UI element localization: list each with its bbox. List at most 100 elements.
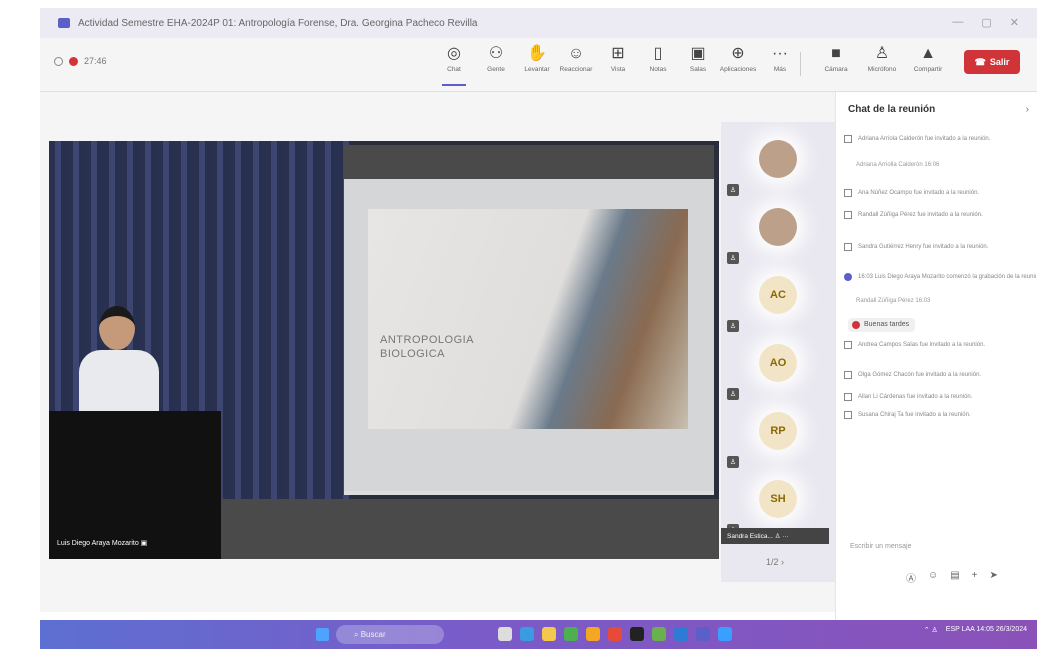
avatar <box>759 208 797 246</box>
meeting-timer: 27:46 <box>84 56 107 66</box>
leave-button[interactable]: ☎ Salir <box>964 50 1020 74</box>
attach-icon[interactable]: ▤ <box>950 570 959 585</box>
mic-icon: ♙ <box>727 456 739 468</box>
toolbar-share-button[interactable]: ▲ Compartir <box>908 42 948 73</box>
participant-name-label: Sandra Estica... ♙ ··· <box>721 528 829 544</box>
chat-system-message: Randall Zúñiga Pérez fue invitado a la r… <box>844 210 1036 220</box>
person-added-icon <box>844 411 852 419</box>
taskbar: ⌕ Buscar ⌃ ♙ ESP LAA 14:05 26/3/2024 <box>40 620 1037 649</box>
task-view-icon[interactable] <box>498 627 512 641</box>
participant-tile[interactable]: ♙ <box>727 200 833 270</box>
word-icon[interactable] <box>674 627 688 641</box>
recording-icon <box>69 56 78 66</box>
toolbar-mic-button[interactable]: ♙ Micrófono <box>862 42 902 73</box>
chat-system-message: Ana Núñez Ocampo fue invitado a la reuni… <box>844 188 1036 198</box>
terminal-icon[interactable] <box>630 627 644 641</box>
chat-sender: Randall Zúñiga Pérez 16:03 <box>856 298 931 304</box>
chat-icon: ◎ <box>447 45 461 62</box>
folder-icon[interactable] <box>542 627 556 641</box>
avatar: SH <box>759 480 797 518</box>
toolbar-más-button[interactable]: ··· Más <box>760 42 800 73</box>
emoji-icon[interactable]: ☺ <box>928 570 938 585</box>
person-added-icon <box>844 243 852 251</box>
chat-system-message: Andrea Campos Salas fue invitado a la re… <box>844 340 1036 350</box>
chat-system-message: Sandra Gutiérrez Henry fue invitado a la… <box>844 242 1036 252</box>
toolbar-levantar-button[interactable]: ✋ Levantar <box>517 42 557 73</box>
toolbar-label: Más <box>773 66 787 73</box>
participant-tile[interactable]: AC ♙ <box>727 268 833 338</box>
teams-icon <box>58 18 70 28</box>
toolbar-chat-button[interactable]: ◎ Chat <box>434 42 474 86</box>
teams-taskbar-icon[interactable] <box>696 627 710 641</box>
toolbar-label: Micrófono <box>867 66 897 73</box>
toolbar-camera-button[interactable]: ■ Cámara <box>816 42 856 73</box>
shield-icon <box>54 56 63 66</box>
chat-system-message: Olga Gómez Chacón fue invitado a la reun… <box>844 370 1036 380</box>
apps-icon: ⊕ <box>731 45 745 62</box>
chat-system-message: Allan Li Cárdenas fue invitado a la reun… <box>844 392 1036 402</box>
wifi-icon: ⌃ ♙ <box>923 627 938 634</box>
participant-tile[interactable]: RP ♙ <box>727 404 833 474</box>
chrome-icon[interactable] <box>586 627 600 641</box>
taskbar-search[interactable]: ⌕ Buscar <box>336 625 444 644</box>
people-icon: ⚇ <box>488 45 504 62</box>
mic-icon: ♙ <box>874 45 890 62</box>
app-icon[interactable] <box>608 627 622 641</box>
toolbar-vista-button[interactable]: ⊞ Vista <box>598 42 638 73</box>
projector-screen: ANTROPOLOGIA BIOLOGICA <box>344 145 714 495</box>
rooms-icon: ▣ <box>690 45 706 62</box>
toolbar-salas-button[interactable]: ▣ Salas <box>678 42 718 73</box>
toolbar-label: Levantar <box>524 66 550 73</box>
toolbar-label: Aplicaciones <box>719 66 757 73</box>
slide: ANTROPOLOGIA BIOLOGICA <box>368 209 688 429</box>
window-title: Actividad Semestre EHA-2024P 01: Antropo… <box>78 17 478 29</box>
reaction-icon: ☺ <box>567 45 585 62</box>
avatar: RP <box>759 412 797 450</box>
edge-icon[interactable] <box>520 627 534 641</box>
send-icon[interactable]: ➤ <box>990 570 998 585</box>
toolbar-label: Compartir <box>913 66 943 73</box>
raise-hand-icon: ✋ <box>527 45 547 62</box>
toolbar-reaccionar-button[interactable]: ☺ Reaccionar <box>556 42 596 73</box>
chat-panel: Chat de la reunión › Adriana Arriola Cal… <box>835 92 1037 632</box>
outlook-icon[interactable] <box>718 627 732 641</box>
person-added-icon <box>844 341 852 349</box>
participant-tile[interactable]: ♙ <box>727 132 833 202</box>
toolbar-label: Notas <box>649 66 667 73</box>
format-icon[interactable]: Ⓐ <box>906 570 916 585</box>
phone-icon: ☎ <box>974 56 986 67</box>
participant-pager[interactable]: 1/2 › <box>766 557 784 567</box>
avatar: AO <box>759 344 797 382</box>
toolbar-gente-button[interactable]: ⚇ Gente <box>476 42 516 73</box>
toolbar-aplicaciones-button[interactable]: ⊕ Aplicaciones <box>718 42 758 73</box>
add-icon[interactable]: + <box>972 570 978 585</box>
chat-bubble: Buenas tardes <box>848 318 916 332</box>
slide-title: ANTROPOLOGIA BIOLOGICA <box>380 334 475 360</box>
toolbar-label: Vista <box>610 66 626 73</box>
chat-system-message: Adriana Arriola Calderón fue invitado a … <box>844 134 1036 144</box>
minimize-button[interactable]: — <box>952 16 963 29</box>
toolbar-notas-button[interactable]: ▯ Notas <box>638 42 678 73</box>
toolbar-label: Chat <box>447 66 461 73</box>
notes-icon: ▯ <box>653 45 663 62</box>
store-icon[interactable] <box>564 627 578 641</box>
mic-icon: ▣ <box>140 540 148 547</box>
maximize-button[interactable]: ▢ <box>981 16 991 29</box>
view-icon: ⊞ <box>611 45 625 62</box>
recording-dot-icon <box>844 273 852 281</box>
shared-video[interactable]: ANTROPOLOGIA BIOLOGICA Luis Diego Araya … <box>49 141 719 559</box>
close-window-button[interactable]: ✕ <box>1010 16 1019 29</box>
mic-icon: ♙ <box>727 184 739 196</box>
chat-close-button[interactable]: › <box>1026 104 1029 115</box>
person-added-icon <box>844 189 852 197</box>
share-icon: ▲ <box>920 45 936 62</box>
start-button[interactable] <box>316 628 329 641</box>
message-input[interactable]: Escribir un mensaje <box>850 543 911 550</box>
participant-strip: ♙♙AC♙AO♙RP♙SH♙ <box>721 122 835 582</box>
chat-system-message: Susana Chiraj Ta fue invitado a la reuni… <box>844 410 1036 420</box>
paint-icon[interactable] <box>652 627 666 641</box>
system-tray[interactable]: ⌃ ♙ ESP LAA 14:05 26/3/2024 <box>924 626 1027 634</box>
chat-system-message: 16:03 Luis Diego Araya Mozarito comenzó … <box>844 272 1036 282</box>
participant-tile[interactable]: AO ♙ <box>727 336 833 406</box>
person-added-icon <box>844 135 852 143</box>
